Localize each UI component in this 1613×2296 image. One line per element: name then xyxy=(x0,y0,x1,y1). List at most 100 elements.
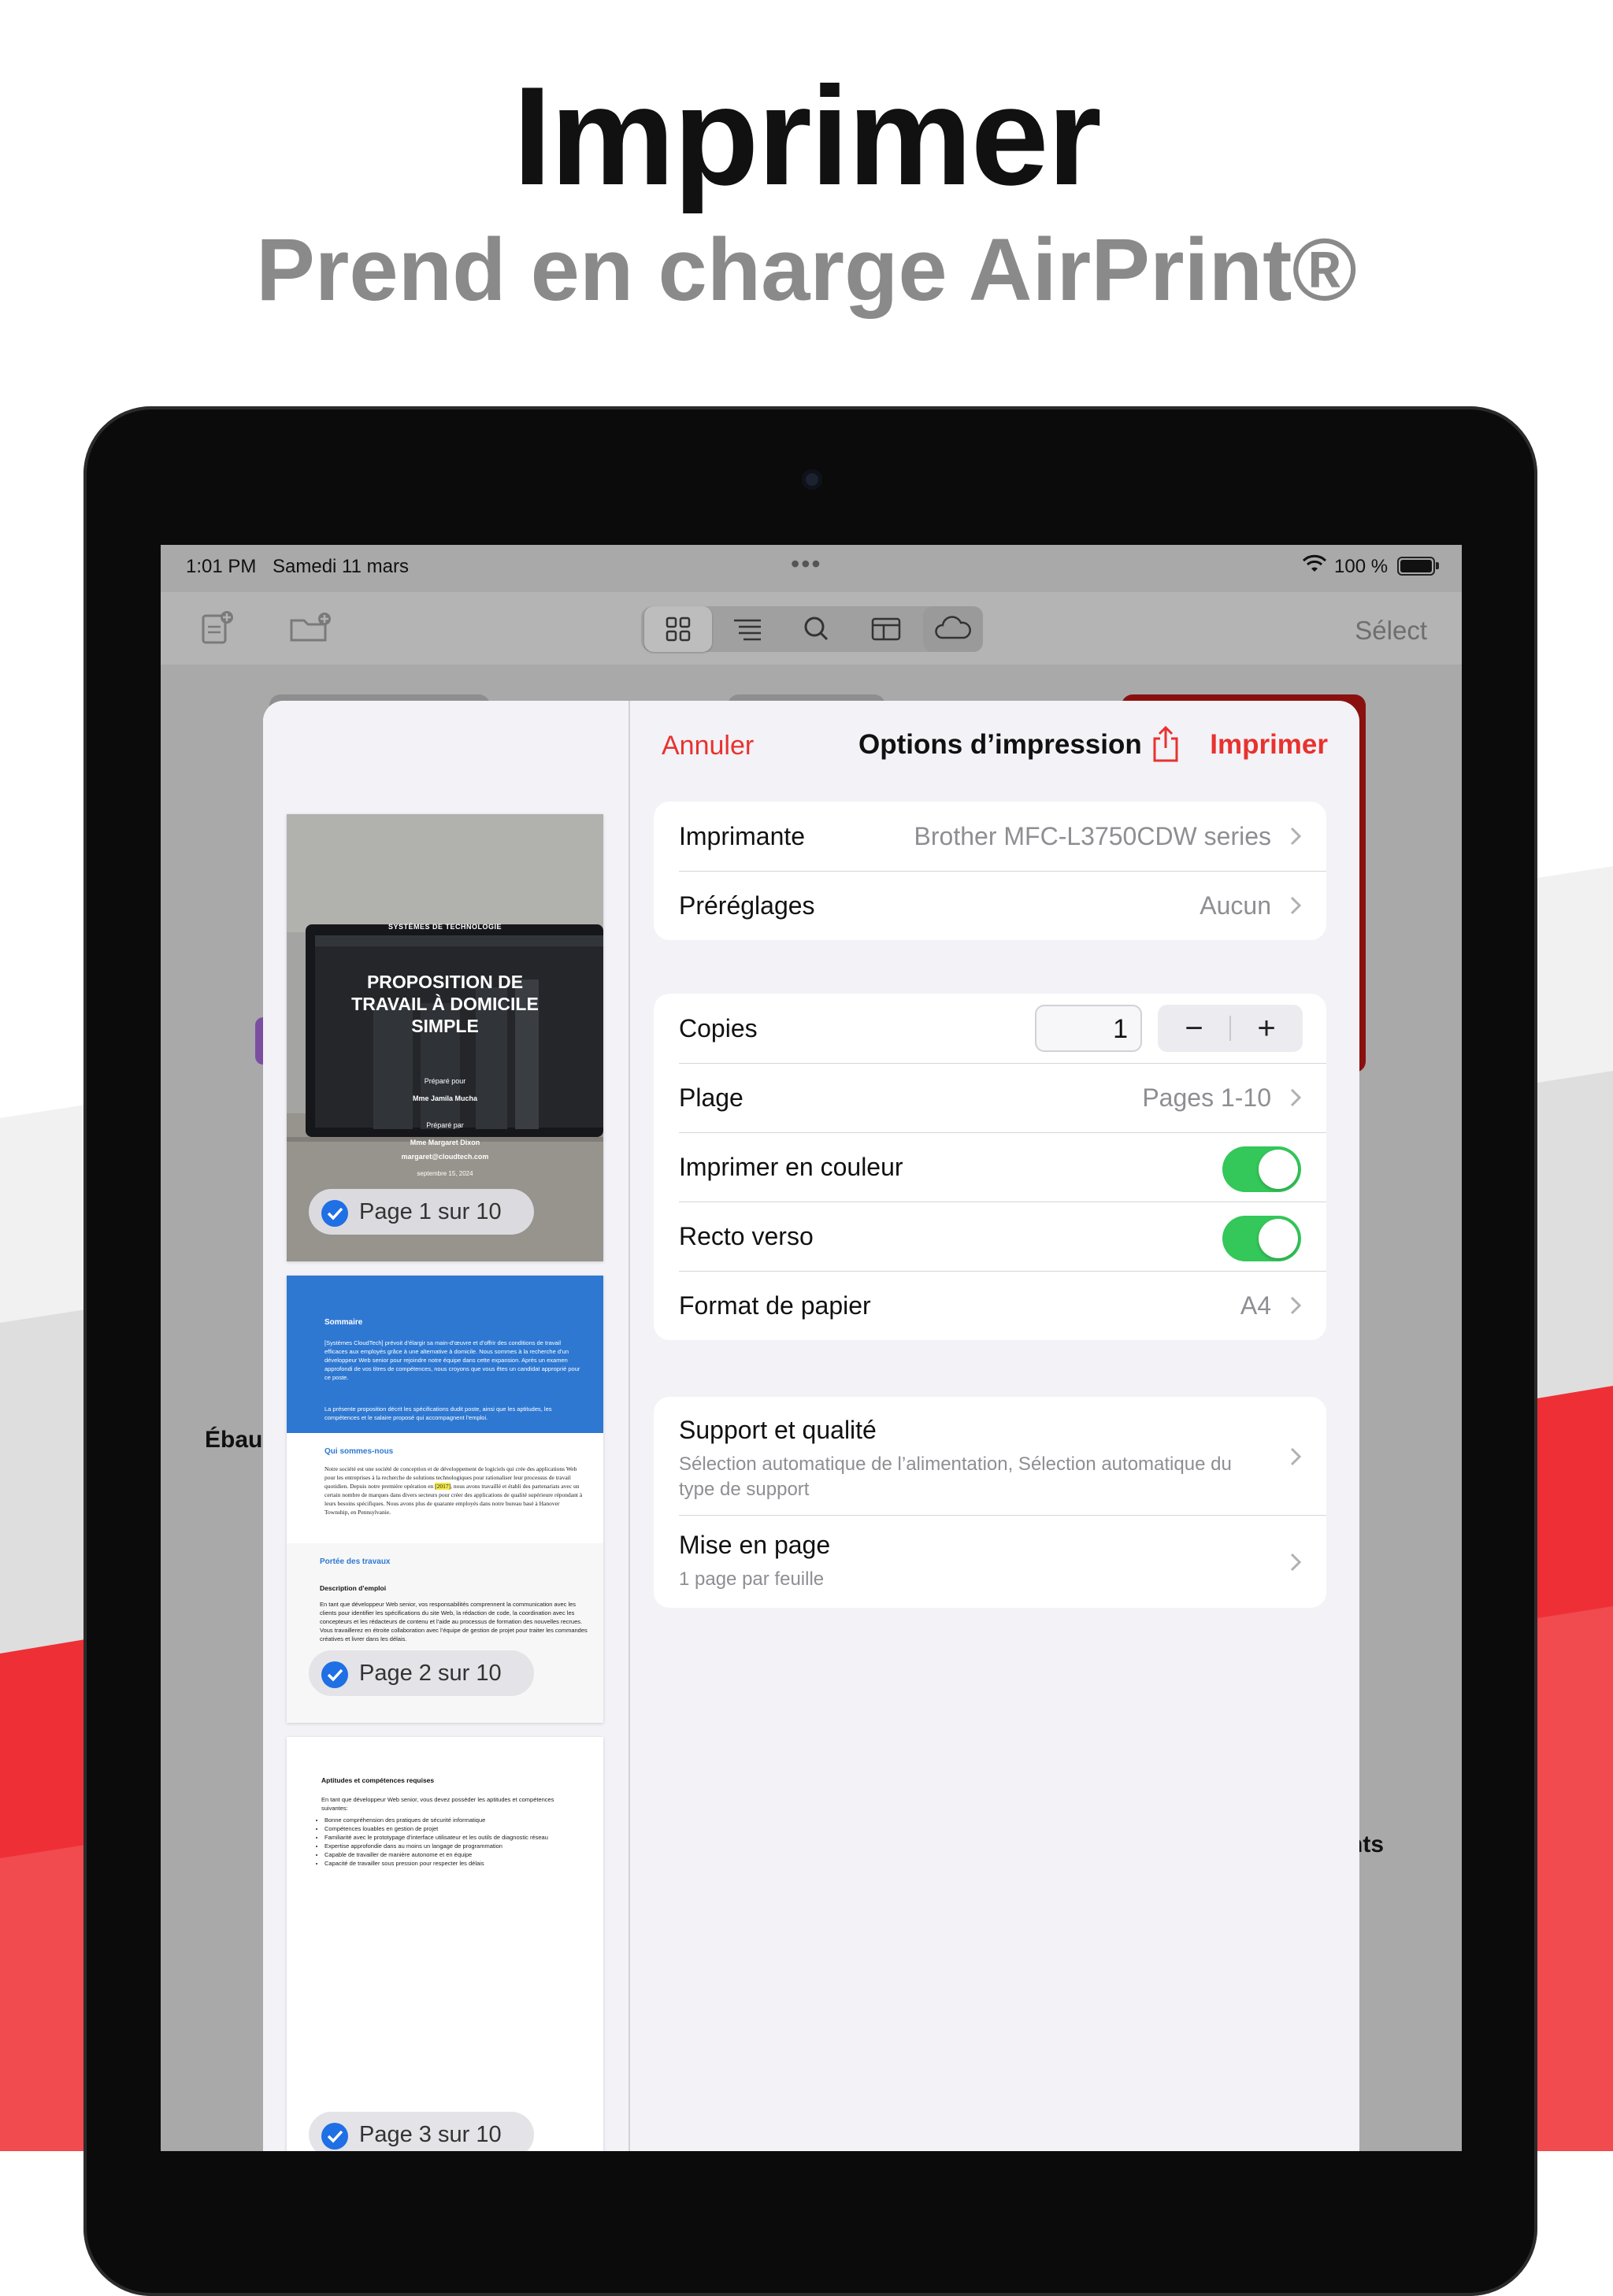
cover-title-line2: TRAVAIL À DOMICILE xyxy=(351,994,539,1014)
cover-email: margaret@cloudtech.com xyxy=(401,1153,489,1161)
cloud-button[interactable] xyxy=(923,606,983,652)
copies-stepper: − + xyxy=(1158,1005,1303,1052)
chevron-right-icon xyxy=(1290,896,1302,915)
color-label: Imprimer en couleur xyxy=(679,1153,903,1181)
duplex-label: Recto verso xyxy=(679,1222,814,1250)
checkmark-icon xyxy=(321,1661,348,1688)
color-toggle[interactable] xyxy=(1222,1146,1301,1192)
layout-icon xyxy=(871,617,901,641)
ipad-screen: 1:01 PM Samedi 11 mars ••• 100 % Sélect … xyxy=(161,545,1462,2151)
presets-value: Aucun xyxy=(1200,891,1271,920)
copies-row: Copies 1 − + xyxy=(654,994,1326,1063)
color-row: Imprimer en couleur xyxy=(654,1132,1326,1202)
paper-size-label: Format de papier xyxy=(679,1291,871,1320)
cover-prepared-for: Préparé pour xyxy=(424,1077,466,1085)
chevron-right-icon xyxy=(1290,1088,1302,1107)
printer-group: Imprimante Brother MFC-L3750CDW series P… xyxy=(654,802,1326,940)
layout-button[interactable] xyxy=(852,606,920,652)
print-options-column: Annuler Options d’impression Imprimer Im… xyxy=(630,701,1359,2151)
page-pill-2[interactable]: Page 2 sur 10 xyxy=(309,1650,534,1696)
status-time: 1:01 PM xyxy=(186,556,257,577)
chevron-right-icon xyxy=(1290,827,1302,846)
new-document-icon[interactable] xyxy=(198,608,238,647)
printer-value: Brother MFC-L3750CDW series xyxy=(914,822,1271,850)
summary-body: [Systèmes CloudTech] prévoit d’élargir s… xyxy=(324,1339,580,1381)
media-quality-label: Support et qualité xyxy=(679,1416,877,1444)
multitasking-dots-icon[interactable]: ••• xyxy=(791,550,822,579)
cover-author: Mme Margaret Dixon xyxy=(410,1139,480,1146)
about-heading: Qui sommes-nous xyxy=(324,1447,394,1456)
skills-heading: Aptitudes et compétences requises xyxy=(321,1776,435,1784)
search-icon xyxy=(804,617,829,641)
page-pill-label: Page 3 sur 10 xyxy=(359,2122,502,2147)
range-value: Pages 1-10 xyxy=(1142,1083,1271,1112)
select-button[interactable]: Sélect xyxy=(1355,616,1427,646)
grid-view-icon xyxy=(666,617,691,642)
printer-label: Imprimante xyxy=(679,822,806,850)
checkmark-icon xyxy=(321,1200,348,1227)
headline: Imprimer xyxy=(513,57,1102,214)
backdrop-section-title: Ébau xyxy=(205,1427,263,1453)
page-pill-label: Page 1 sur 10 xyxy=(359,1199,502,1224)
print-preview-column[interactable]: SYSTÈMES DE TECHNOLOGIE PROPOSITION DE T… xyxy=(263,701,630,2151)
chevron-right-icon xyxy=(1290,1447,1302,1466)
layout-row[interactable]: Mise en page 1 page par feuille xyxy=(654,1515,1326,1608)
cover-prepared-by: Préparé par xyxy=(426,1121,464,1129)
job-description-heading: Description d’emploi xyxy=(320,1584,387,1592)
page-pill-1[interactable]: Page 1 sur 10 xyxy=(309,1189,534,1235)
share-icon[interactable] xyxy=(1150,724,1181,764)
page-pill-label: Page 2 sur 10 xyxy=(359,1661,502,1686)
print-options-sheet: SYSTÈMES DE TECHNOLOGIE PROPOSITION DE T… xyxy=(263,701,1359,2151)
list-view-button[interactable] xyxy=(714,606,781,652)
layout-detail: 1 page par feuille xyxy=(679,1568,825,1590)
page-pill-3[interactable]: Page 3 sur 10 xyxy=(309,2112,534,2151)
front-camera xyxy=(802,469,822,490)
list-item: Capable de travailler de manière autonom… xyxy=(324,1850,584,1859)
copies-input[interactable]: 1 xyxy=(1035,1005,1142,1052)
decrement-button[interactable]: − xyxy=(1158,1005,1230,1052)
cancel-button[interactable]: Annuler xyxy=(662,731,754,761)
presets-row[interactable]: Préréglages Aucun xyxy=(654,871,1326,940)
cover-title-line3: SIMPLE xyxy=(411,1016,479,1036)
duplex-row: Recto verso xyxy=(654,1202,1326,1271)
status-date: Samedi 11 mars xyxy=(273,556,409,577)
printer-row[interactable]: Imprimante Brother MFC-L3750CDW series xyxy=(654,802,1326,871)
cover-title-line1: PROPOSITION DE xyxy=(366,972,524,992)
list-item: Familiarité avec le prototypage d’interf… xyxy=(324,1833,584,1842)
advanced-group: Support et qualité Sélection automatique… xyxy=(654,1397,1326,1608)
copies-label: Copies xyxy=(679,1014,758,1042)
subheadline: Prend en charge AirPrint® xyxy=(256,220,1357,319)
summary-body-2: La présente proposition décrit les spéci… xyxy=(324,1405,552,1421)
increment-button[interactable]: + xyxy=(1230,1005,1303,1052)
about-body: Notre société est une société de concept… xyxy=(324,1465,583,1516)
list-item: Expertise approfondie dans au moins un l… xyxy=(324,1842,584,1850)
paper-size-value: A4 xyxy=(1240,1291,1271,1320)
cover-client: Mme Jamila Mucha xyxy=(412,1094,478,1102)
skills-intro: En tant que développeur Web senior, vous… xyxy=(321,1796,554,1812)
page-thumbnail-3[interactable]: Aptitudes et compétences requises En tan… xyxy=(287,1737,603,2151)
media-quality-row[interactable]: Support et qualité Sélection automatique… xyxy=(654,1397,1326,1515)
list-item: Capacité de travailler sous pression pou… xyxy=(324,1859,584,1868)
skills-list: Bonne compréhension des pratiques de séc… xyxy=(310,1816,584,1868)
cover-date: septembre 15, 2024 xyxy=(417,1170,473,1177)
cloud-icon xyxy=(935,616,971,639)
app-toolbar: Sélect xyxy=(161,592,1462,665)
duplex-toggle[interactable] xyxy=(1222,1216,1301,1261)
chevron-right-icon xyxy=(1290,1553,1302,1572)
paper-size-row[interactable]: Format de papier A4 xyxy=(654,1271,1326,1340)
print-options-title: Options d’impression xyxy=(858,729,1142,760)
print-button[interactable]: Imprimer xyxy=(1210,729,1328,761)
range-row[interactable]: Plage Pages 1-10 xyxy=(654,1063,1326,1132)
media-quality-detail: Sélection automatique de l’alimentation,… xyxy=(679,1454,1232,1500)
print-settings-group: Copies 1 − + Plage Pages 1-10 Imprimer e… xyxy=(654,994,1326,1340)
range-label: Plage xyxy=(679,1083,743,1112)
cover-kicker: SYSTÈMES DE TECHNOLOGIE xyxy=(387,923,502,931)
new-folder-icon[interactable] xyxy=(287,608,334,647)
battery-icon xyxy=(1397,557,1439,576)
wifi-icon xyxy=(1303,554,1326,572)
checkmark-icon xyxy=(321,2123,348,2150)
presets-label: Préréglages xyxy=(679,891,815,920)
grid-view-button[interactable] xyxy=(644,606,712,652)
search-button[interactable] xyxy=(783,606,851,652)
print-options-nav: Annuler Options d’impression Imprimer xyxy=(630,701,1359,789)
